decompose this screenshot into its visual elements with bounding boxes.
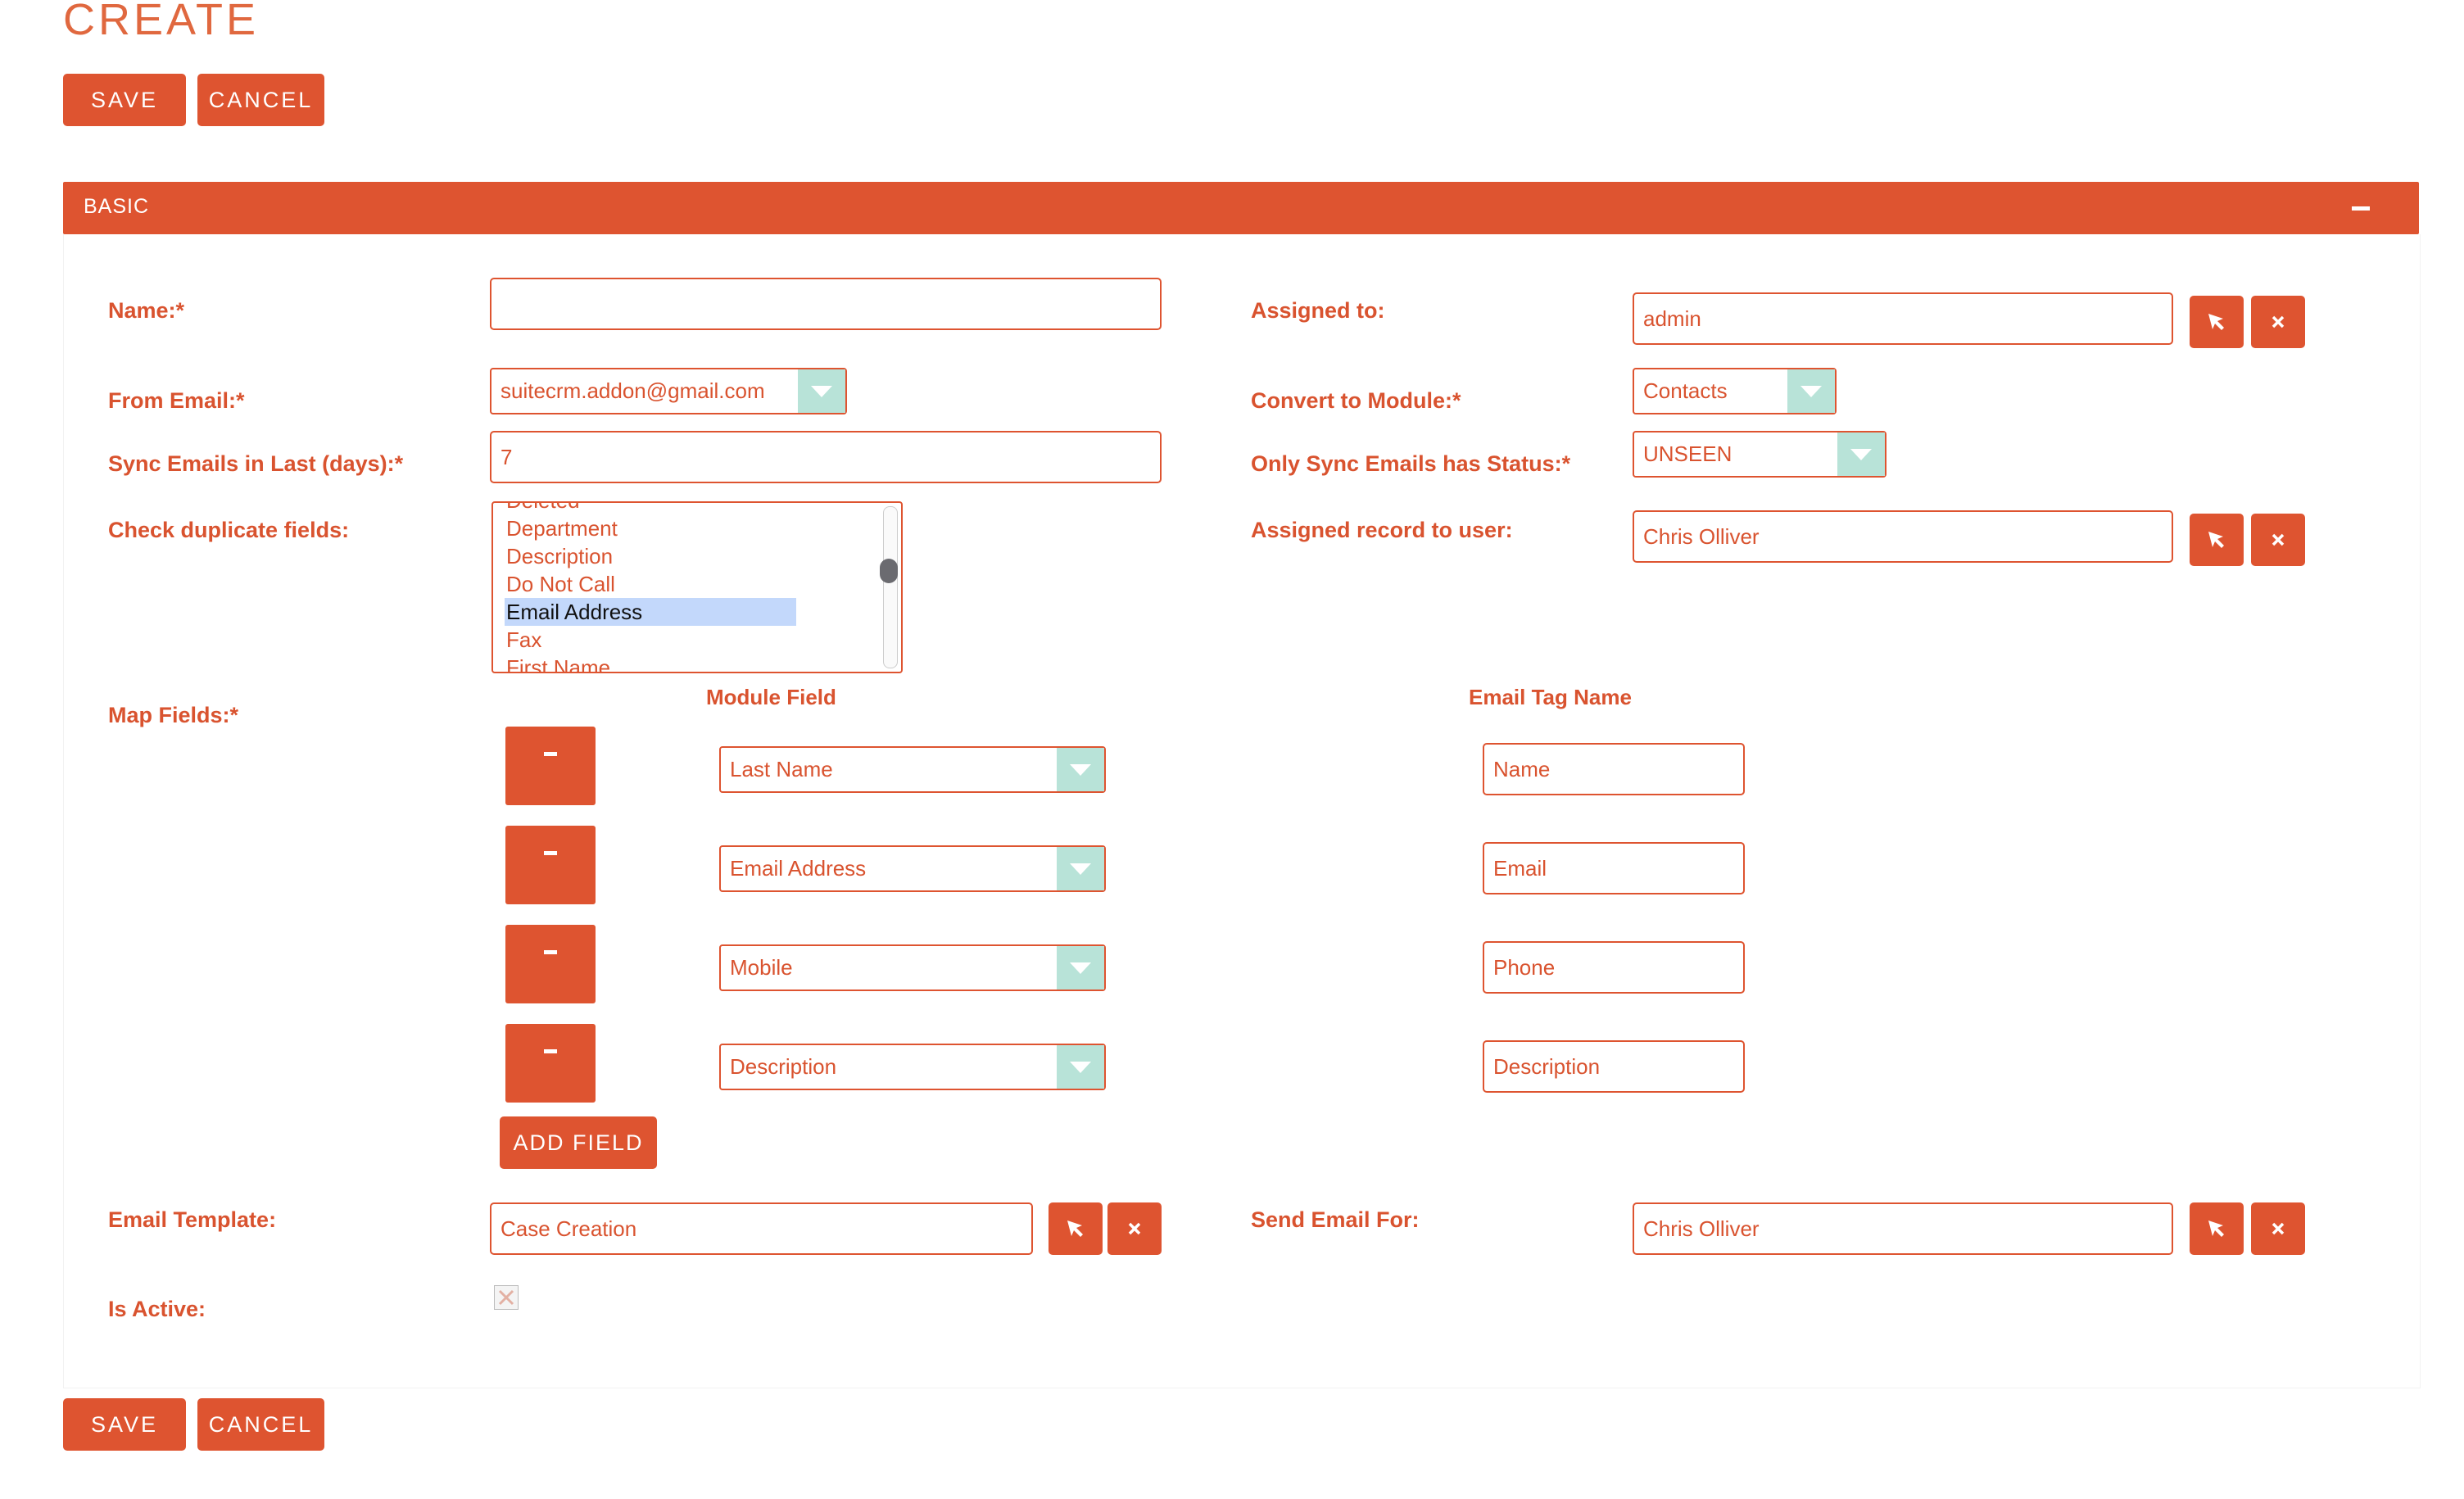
dropdown-arrow-icon[interactable] bbox=[1057, 847, 1104, 890]
cursor-arrow-icon bbox=[2208, 532, 2224, 548]
email-tag-input[interactable]: Email bbox=[1483, 842, 1745, 894]
module-field-value: Description bbox=[730, 1054, 837, 1079]
send-email-for-input[interactable]: Chris Olliver bbox=[1633, 1202, 2173, 1255]
add-field-button[interactable]: ADD FIELD bbox=[500, 1116, 657, 1169]
close-x-icon bbox=[2272, 315, 2285, 328]
convert-module-label: Convert to Module:* bbox=[1251, 388, 1461, 413]
select-template-button[interactable] bbox=[1049, 1202, 1103, 1255]
dropdown-arrow-icon[interactable] bbox=[1057, 748, 1104, 791]
email-tag-header: Email Tag Name bbox=[1469, 685, 1632, 709]
from-email-value: suitecrm.addon@gmail.com bbox=[500, 378, 765, 403]
module-field-header: Module Field bbox=[706, 685, 836, 709]
from-email-select[interactable]: suitecrm.addon@gmail.com bbox=[490, 368, 847, 414]
minus-icon bbox=[544, 752, 557, 756]
select-assigned-button[interactable] bbox=[2190, 296, 2244, 348]
remove-row-button[interactable] bbox=[505, 925, 596, 1003]
cancel-button-bottom[interactable]: CANCEL bbox=[197, 1398, 324, 1451]
name-input[interactable] bbox=[490, 278, 1162, 330]
close-x-icon bbox=[1128, 1222, 1141, 1235]
assigned-to-input[interactable]: admin bbox=[1633, 292, 2173, 345]
clear-send-email-button[interactable] bbox=[2251, 1202, 2305, 1255]
check-duplicate-listbox[interactable]: Deleted Department Description Do Not Ca… bbox=[491, 501, 903, 673]
listbox-option[interactable]: First Name bbox=[505, 654, 610, 672]
from-email-label: From Email:* bbox=[108, 388, 245, 413]
email-template-input[interactable]: Case Creation bbox=[490, 1202, 1033, 1255]
dropdown-arrow-icon[interactable] bbox=[1837, 432, 1885, 476]
panel-title: BASIC bbox=[84, 195, 150, 218]
save-button-bottom[interactable]: SAVE bbox=[63, 1398, 186, 1451]
sync-days-label: Sync Emails in Last (days):* bbox=[108, 451, 404, 476]
minus-icon bbox=[544, 950, 557, 954]
email-template-label: Email Template: bbox=[108, 1207, 277, 1232]
is-active-checkbox[interactable] bbox=[494, 1285, 519, 1310]
remove-row-button[interactable] bbox=[505, 1024, 596, 1103]
listbox-option[interactable]: Department bbox=[505, 514, 618, 542]
convert-module-value: Contacts bbox=[1643, 378, 1728, 403]
email-tag-input[interactable]: Name bbox=[1483, 743, 1745, 795]
email-tag-input[interactable]: Description bbox=[1483, 1040, 1745, 1093]
sync-status-value: UNSEEN bbox=[1643, 442, 1732, 466]
assigned-record-label: Assigned record to user: bbox=[1251, 518, 1513, 542]
remove-row-button[interactable] bbox=[505, 826, 596, 904]
minus-icon bbox=[544, 851, 557, 855]
assigned-record-input[interactable]: Chris Olliver bbox=[1633, 510, 2173, 563]
select-record-user-button[interactable] bbox=[2190, 514, 2244, 566]
sync-status-label: Only Sync Emails has Status:* bbox=[1251, 451, 1571, 476]
collapse-icon[interactable] bbox=[2352, 206, 2370, 211]
scrollbar-thumb[interactable] bbox=[880, 559, 898, 583]
dropdown-arrow-icon[interactable] bbox=[798, 369, 845, 413]
check-duplicate-label: Check duplicate fields: bbox=[108, 518, 350, 542]
cursor-arrow-icon bbox=[2208, 1220, 2224, 1237]
clear-assigned-button[interactable] bbox=[2251, 296, 2305, 348]
close-x-icon bbox=[2272, 1222, 2285, 1235]
module-field-select[interactable]: Description bbox=[719, 1044, 1106, 1090]
module-field-value: Last Name bbox=[730, 757, 833, 781]
send-email-for-label: Send Email For: bbox=[1251, 1207, 1420, 1232]
listbox-option[interactable]: Do Not Call bbox=[505, 570, 615, 598]
select-send-email-button[interactable] bbox=[2190, 1202, 2244, 1255]
map-fields-label: Map Fields:* bbox=[108, 703, 239, 727]
dropdown-arrow-icon[interactable] bbox=[1057, 1045, 1104, 1089]
clear-record-user-button[interactable] bbox=[2251, 514, 2305, 566]
listbox-scrollbar[interactable] bbox=[883, 506, 898, 668]
name-label: Name:* bbox=[108, 298, 185, 323]
module-field-select[interactable]: Last Name bbox=[719, 746, 1106, 793]
minus-icon bbox=[544, 1049, 557, 1053]
remove-row-button[interactable] bbox=[505, 727, 596, 805]
checkbox-x-icon bbox=[498, 1289, 514, 1306]
listbox-option-selected[interactable]: Email Address bbox=[505, 598, 796, 626]
email-tag-input[interactable]: Phone bbox=[1483, 941, 1745, 994]
listbox-option[interactable]: Description bbox=[505, 542, 613, 570]
sync-days-input[interactable]: 7 bbox=[490, 431, 1162, 483]
cursor-arrow-icon bbox=[2208, 314, 2224, 330]
sync-status-select[interactable]: UNSEEN bbox=[1633, 431, 1886, 478]
convert-module-select[interactable]: Contacts bbox=[1633, 368, 1837, 414]
dropdown-arrow-icon[interactable] bbox=[1057, 946, 1104, 990]
is-active-label: Is Active: bbox=[108, 1297, 206, 1321]
listbox-option[interactable]: Fax bbox=[505, 626, 541, 654]
module-field-value: Mobile bbox=[730, 955, 793, 980]
module-field-select[interactable]: Mobile bbox=[719, 944, 1106, 991]
panel-header-basic[interactable]: BASIC bbox=[63, 182, 2419, 234]
module-field-select[interactable]: Email Address bbox=[719, 845, 1106, 892]
close-x-icon bbox=[2272, 533, 2285, 546]
dropdown-arrow-icon[interactable] bbox=[1787, 369, 1835, 413]
listbox-option[interactable]: Deleted bbox=[505, 503, 580, 514]
save-button-top[interactable]: SAVE bbox=[63, 74, 186, 126]
module-field-value: Email Address bbox=[730, 856, 867, 881]
cursor-arrow-icon bbox=[1067, 1220, 1083, 1237]
assigned-to-label: Assigned to: bbox=[1251, 298, 1385, 323]
clear-template-button[interactable] bbox=[1107, 1202, 1162, 1255]
cancel-button-top[interactable]: CANCEL bbox=[197, 74, 324, 126]
page-title: CREATE bbox=[63, 0, 260, 44]
